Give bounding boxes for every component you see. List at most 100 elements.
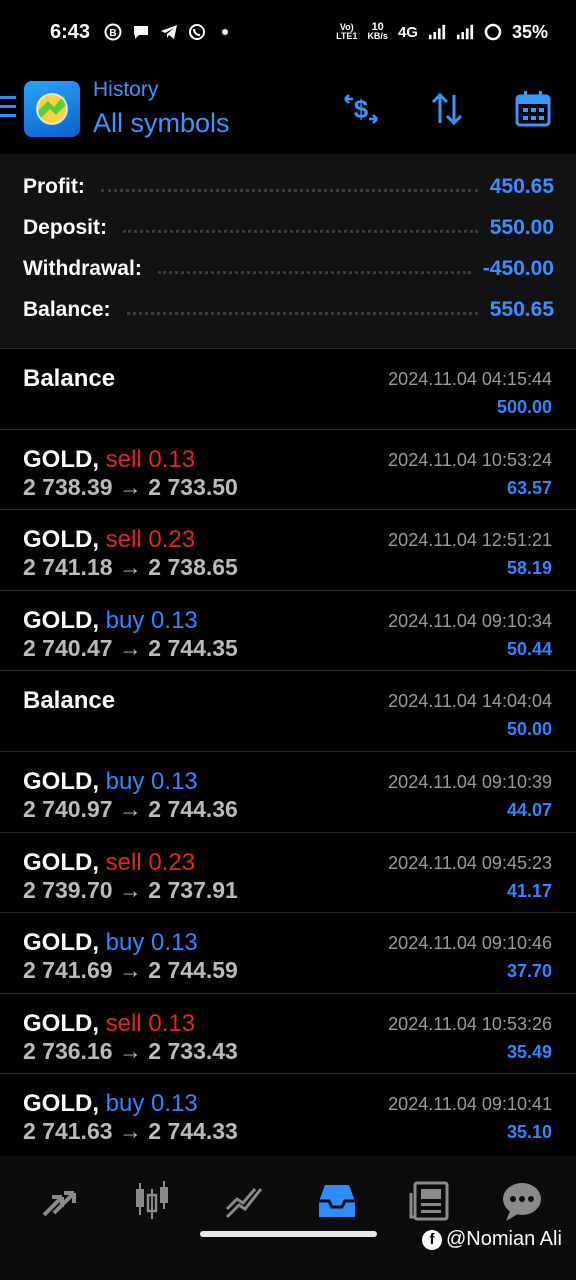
deal-title: GOLD, buy 0.13	[23, 929, 198, 957]
deal-symbol: Balance	[23, 687, 116, 715]
whatsapp-icon	[188, 23, 206, 41]
watermark: f @Nomian Ali	[422, 1228, 562, 1251]
deal-prices: 2 740.97 → 2 744.36	[23, 795, 238, 822]
deal-symbol: Balance	[23, 365, 116, 392]
deal-profit: 41.17	[506, 880, 552, 901]
list-item[interactable]: GOLD, sell 0.13 2 738.39 → 2 733.50 2024…	[0, 428, 576, 510]
bottom-nav: f @Nomian Ali	[0, 1156, 576, 1280]
home-gesture-bar[interactable]	[200, 1231, 377, 1237]
deal-profit: 44.07	[506, 799, 552, 820]
signal-icon	[428, 23, 446, 41]
list-item[interactable]: GOLD, buy 0.13 2 740.47 → 2 744.35 2024.…	[0, 589, 576, 671]
deal-side: buy	[105, 1090, 145, 1118]
messages-icon[interactable]	[497, 1178, 547, 1224]
summary-value: -450.00	[482, 256, 554, 280]
page-subtitle: History	[93, 78, 159, 101]
deal-volume: 0.13	[151, 929, 198, 957]
deal-time: 2024.11.04 09:45:23	[388, 852, 552, 873]
deal-prices: 2 738.39 → 2 733.50	[23, 473, 238, 500]
deal-title: GOLD, sell 0.23	[23, 526, 195, 554]
deal-title: GOLD, sell 0.13	[23, 1010, 195, 1038]
list-item[interactable]: GOLD, sell 0.13 2 736.16 → 2 733.43 2024…	[0, 992, 576, 1074]
deal-profit: 50.00	[506, 719, 552, 740]
deal-volume: 0.13	[151, 1090, 198, 1118]
deal-symbol: GOLD,	[23, 767, 99, 795]
deal-time: 2024.11.04 04:15:44	[388, 369, 552, 389]
list-item[interactable]: GOLD, buy 0.13 2 740.97 → 2 744.36 2024.…	[0, 750, 576, 832]
deal-side: sell	[105, 1009, 142, 1037]
summary-value: 550.00	[489, 215, 554, 239]
news-icon[interactable]	[404, 1178, 454, 1224]
summary-row-withdrawal: Withdrawal: -450.00	[23, 248, 554, 289]
deal-title: GOLD, sell 0.23	[23, 849, 195, 877]
deal-list: Balance 2024.11.04 04:15:44 500.00 GOLD,…	[0, 348, 576, 1154]
deal-side: sell	[105, 848, 142, 876]
status-bar: 6:43 B Vo) LTE1 10 KB/s 4G 35%	[0, 0, 576, 64]
summary-label: Balance:	[23, 297, 111, 321]
battery-icon	[484, 23, 502, 41]
list-item[interactable]: Balance 2024.11.04 04:15:44 500.00	[0, 348, 576, 429]
svg-text:$: $	[354, 94, 369, 124]
leader-dots	[123, 230, 478, 233]
facebook-icon: f	[422, 1229, 442, 1250]
deal-volume: 0.13	[148, 1009, 196, 1037]
deal-title: Balance	[23, 365, 115, 393]
app-logo[interactable]	[24, 81, 80, 137]
deposit-dollar-icon[interactable]: $	[336, 84, 386, 134]
deal-profit: 35.10	[506, 1122, 552, 1143]
deal-time: 2024.11.04 10:53:24	[388, 449, 552, 470]
b-icon: B	[104, 23, 122, 41]
deal-profit: 50.44	[506, 638, 552, 659]
leader-dots	[126, 312, 478, 315]
trade-icon[interactable]	[220, 1178, 270, 1224]
battery-level: 35%	[511, 21, 548, 42]
history-inbox-icon[interactable]	[312, 1178, 362, 1224]
deal-volume: 0.13	[151, 606, 198, 634]
deal-symbol: GOLD,	[23, 1090, 99, 1118]
deal-prices: 2 741.69 → 2 744.59	[23, 957, 238, 984]
deal-profit: 500.00	[496, 397, 552, 417]
deal-time: 2024.11.04 09:10:41	[388, 1094, 552, 1115]
list-item[interactable]: GOLD, sell 0.23 2 741.18 → 2 738.65 2024…	[0, 509, 576, 590]
deal-symbol: GOLD,	[23, 606, 99, 634]
list-item[interactable]: GOLD, buy 0.13 2 741.63 → 2 744.33 2024.…	[0, 1073, 576, 1154]
deal-prices: 2 739.70 → 2 737.91	[23, 876, 238, 903]
list-item[interactable]: GOLD, buy 0.13 2 741.69 → 2 744.59 2024.…	[0, 912, 576, 993]
menu-icon[interactable]	[0, 96, 16, 123]
deal-time: 2024.11.04 12:51:21	[388, 530, 552, 551]
deal-title: GOLD, buy 0.13	[23, 768, 198, 796]
deal-symbol: GOLD,	[23, 526, 99, 554]
telegram-icon	[160, 23, 178, 41]
sort-icon[interactable]	[422, 84, 472, 134]
list-item[interactable]: GOLD, sell 0.23 2 739.70 → 2 737.91 2024…	[0, 831, 576, 913]
app-bar: History All symbols $	[0, 64, 576, 154]
deal-symbol: GOLD,	[23, 848, 99, 876]
deal-prices: 2 736.16 → 2 733.43	[23, 1037, 238, 1064]
deal-symbol: GOLD,	[23, 1009, 99, 1037]
deal-prices: 2 741.63 → 2 744.33	[23, 1118, 238, 1145]
net-type: 4G	[397, 23, 418, 41]
deal-side: buy	[105, 606, 145, 634]
deal-profit: 58.19	[506, 558, 552, 579]
quotes-arrows-icon[interactable]	[35, 1178, 85, 1224]
dot-icon	[216, 23, 234, 41]
summary-value: 450.65	[489, 174, 554, 198]
deal-prices: 2 741.18 → 2 738.65	[23, 554, 238, 581]
summary-value: 550.65	[489, 297, 554, 321]
deal-title: GOLD, sell 0.13	[23, 446, 195, 474]
deal-time: 2024.11.04 14:04:04	[388, 691, 552, 712]
summary-row-balance: Balance: 550.65	[23, 289, 554, 330]
deal-profit: 37.70	[506, 961, 552, 982]
deal-symbol: GOLD,	[23, 445, 99, 473]
calendar-icon[interactable]	[508, 84, 558, 134]
deal-side: sell	[105, 526, 142, 554]
deal-volume: 0.13	[151, 767, 198, 795]
page-title[interactable]: All symbols	[93, 108, 230, 139]
list-item[interactable]: Balance 2024.11.04 14:04:04 50.00	[0, 670, 576, 751]
leader-dots	[100, 189, 478, 192]
deal-time: 2024.11.04 09:10:34	[388, 610, 552, 631]
deal-title: GOLD, buy 0.13	[23, 607, 198, 635]
deal-title: GOLD, buy 0.13	[23, 1090, 198, 1118]
deal-title: Balance	[23, 687, 115, 715]
chart-candles-icon[interactable]	[127, 1178, 177, 1224]
